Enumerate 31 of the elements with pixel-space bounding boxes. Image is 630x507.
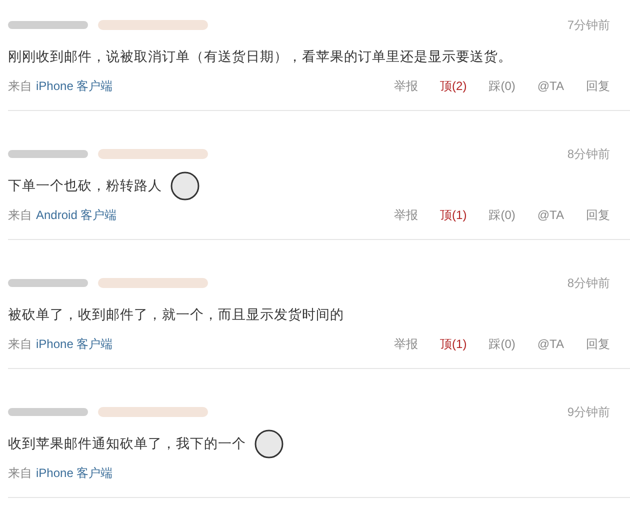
comment-text: 刚刚收到邮件，说被取消订单（有送货日期），看苹果的订单里还是显示要送货。 [8,48,512,66]
comment-text: 收到苹果邮件通知砍单了，我下的一个 [8,434,246,453]
action-link[interactable]: 举报 [394,335,418,353]
comment-text: 被砍单了，收到邮件了，就一个，而且显示发货时间的 [8,306,344,324]
action-link[interactable]: 顶(1) [440,335,467,353]
action-link[interactable]: 举报 [394,77,418,95]
action-link[interactable]: 踩(0) [488,206,516,224]
source-label: 来自 [8,78,32,95]
source-label: 来自 [8,465,32,482]
comment-time: 9分钟前 [567,404,610,421]
comment-time: 7分钟前 [567,17,610,34]
action-link[interactable]: 举报 [394,206,418,224]
action-link[interactable]: 顶(1) [440,206,467,224]
source-link[interactable]: iPhone 客户端 [36,77,113,95]
source-link[interactable]: iPhone 客户端 [36,464,113,482]
comment-time: 8分钟前 [567,146,610,163]
action-link[interactable]: @TA [537,206,564,224]
action-link[interactable]: 顶(2) [440,77,467,95]
source-link[interactable]: iPhone 客户端 [36,335,113,353]
action-link[interactable]: 踩(0) [488,77,516,95]
action-link[interactable]: @TA [537,77,564,95]
comment-time: 8分钟前 [567,275,610,292]
action-link[interactable]: 回复 [586,206,610,224]
action-link[interactable]: 回复 [586,77,610,95]
source-link[interactable]: Android 客户端 [36,206,117,224]
source-label: 来自 [8,207,32,224]
source-label: 来自 [8,336,32,353]
action-link[interactable]: @TA [537,335,564,353]
comment-text: 下单一个也砍，粉转路人 [8,176,162,195]
action-link[interactable]: 回复 [586,335,610,353]
action-link[interactable]: 踩(0) [488,335,516,353]
